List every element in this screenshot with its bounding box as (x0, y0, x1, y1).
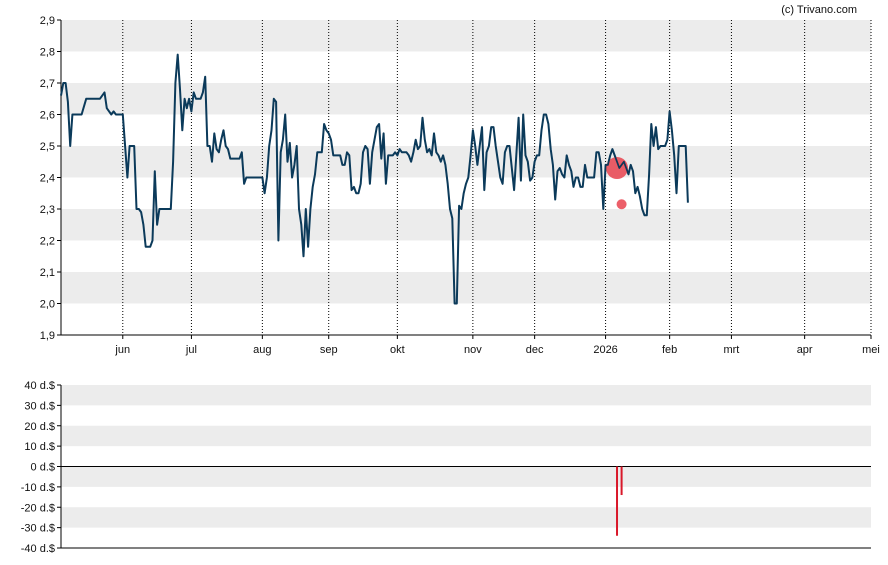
x-tick-label: jun (114, 344, 130, 356)
chart-container: (c) Trivano.com jun jul aug sep okt nov dec 202… (0, 0, 888, 565)
grid-band (61, 466, 871, 487)
y-tick-label: 2,3 (40, 204, 55, 216)
y-tick-label: 2,6 (40, 110, 55, 122)
grid-band (61, 209, 871, 241)
grid-band (61, 20, 871, 52)
y-tick-label: -10 d.$ (21, 482, 55, 494)
x-tick-label: apr (797, 344, 813, 356)
x-tick-label: jul (185, 344, 197, 356)
y-tick-label: 2,1 (40, 267, 55, 279)
volume-chart: 40 d.$ 30 d.$ 20 d.$ 10 d.$ 0 d.$ -10 d.$ -20 … (21, 380, 871, 555)
grid-band (61, 507, 871, 528)
price-chart: jun jul aug sep okt nov dec 2026 feb mrt apr mei 1,9… (40, 15, 880, 356)
x-tick-label: aug (253, 344, 271, 356)
x-tick-label: okt (390, 344, 405, 356)
y-tick-label: -30 d.$ (21, 523, 55, 535)
x-tick-label: mrt (723, 344, 739, 356)
y-tick-label: 2,7 (40, 78, 55, 90)
x-tick-label: 2026 (593, 344, 617, 356)
x-tick-label: nov (464, 344, 482, 356)
y-tick-label: 2,8 (40, 47, 55, 59)
grid-band (61, 425, 871, 447)
y-tick-label: 20 d.$ (24, 421, 55, 433)
y-tick-label: 40 d.$ (24, 380, 55, 392)
credit-text: (c) Trivano.com (781, 4, 857, 16)
y-tick-label: 2,4 (40, 173, 55, 185)
grid-band (61, 146, 871, 178)
x-tick-label: mei (862, 344, 880, 356)
x-tick-label: dec (526, 344, 544, 356)
y-tick-label: 0 d.$ (31, 462, 55, 474)
y-tick-label: 2,5 (40, 141, 55, 153)
y-tick-label: 1,9 (40, 330, 55, 342)
chart-svg: (c) Trivano.com jun jul aug sep okt nov dec 202… (21, 4, 880, 555)
grid-band (61, 385, 871, 406)
y-tick-label: -20 d.$ (21, 502, 55, 514)
y-tick-label: -40 d.$ (21, 543, 55, 555)
y-tick-label: 10 d.$ (24, 441, 55, 453)
y-tick-label: 2,9 (40, 15, 55, 27)
grid-band (61, 83, 871, 115)
y-tick-label: 30 d.$ (24, 400, 55, 412)
trade-marker (616, 199, 627, 210)
x-tick-label: feb (662, 344, 677, 356)
y-tick-label: 2,0 (40, 299, 55, 311)
y-tick-label: 2,2 (40, 236, 55, 248)
grid-band (61, 272, 871, 304)
x-tick-label: sep (320, 344, 338, 356)
